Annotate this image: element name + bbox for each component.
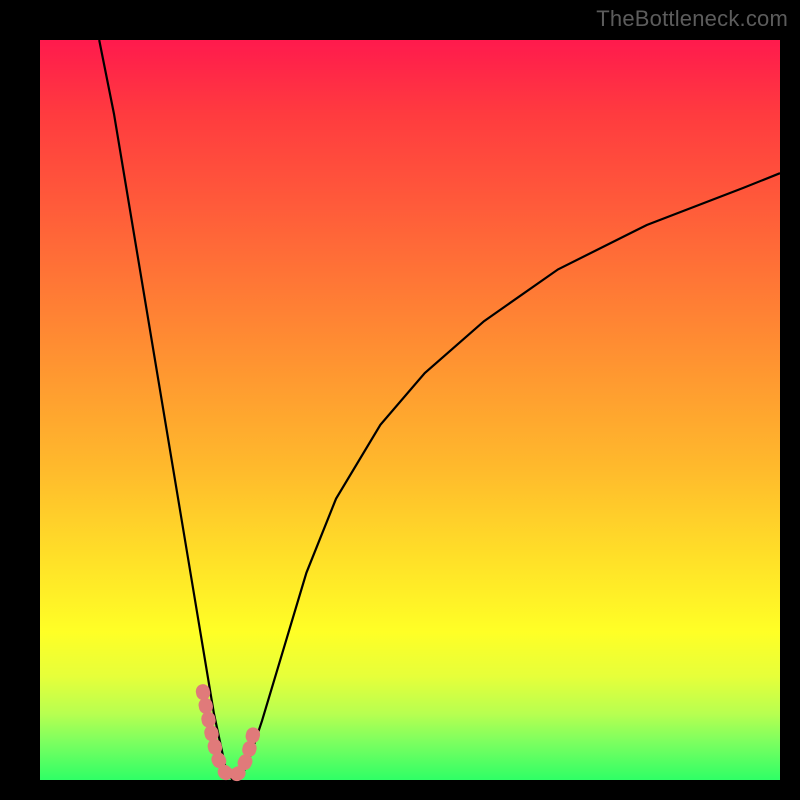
bottleneck-curve bbox=[99, 40, 780, 780]
trough-overlay-curve bbox=[203, 691, 255, 776]
watermark-text: TheBottleneck.com bbox=[596, 6, 788, 32]
chart-svg bbox=[40, 40, 780, 780]
chart-frame: TheBottleneck.com bbox=[0, 0, 800, 800]
